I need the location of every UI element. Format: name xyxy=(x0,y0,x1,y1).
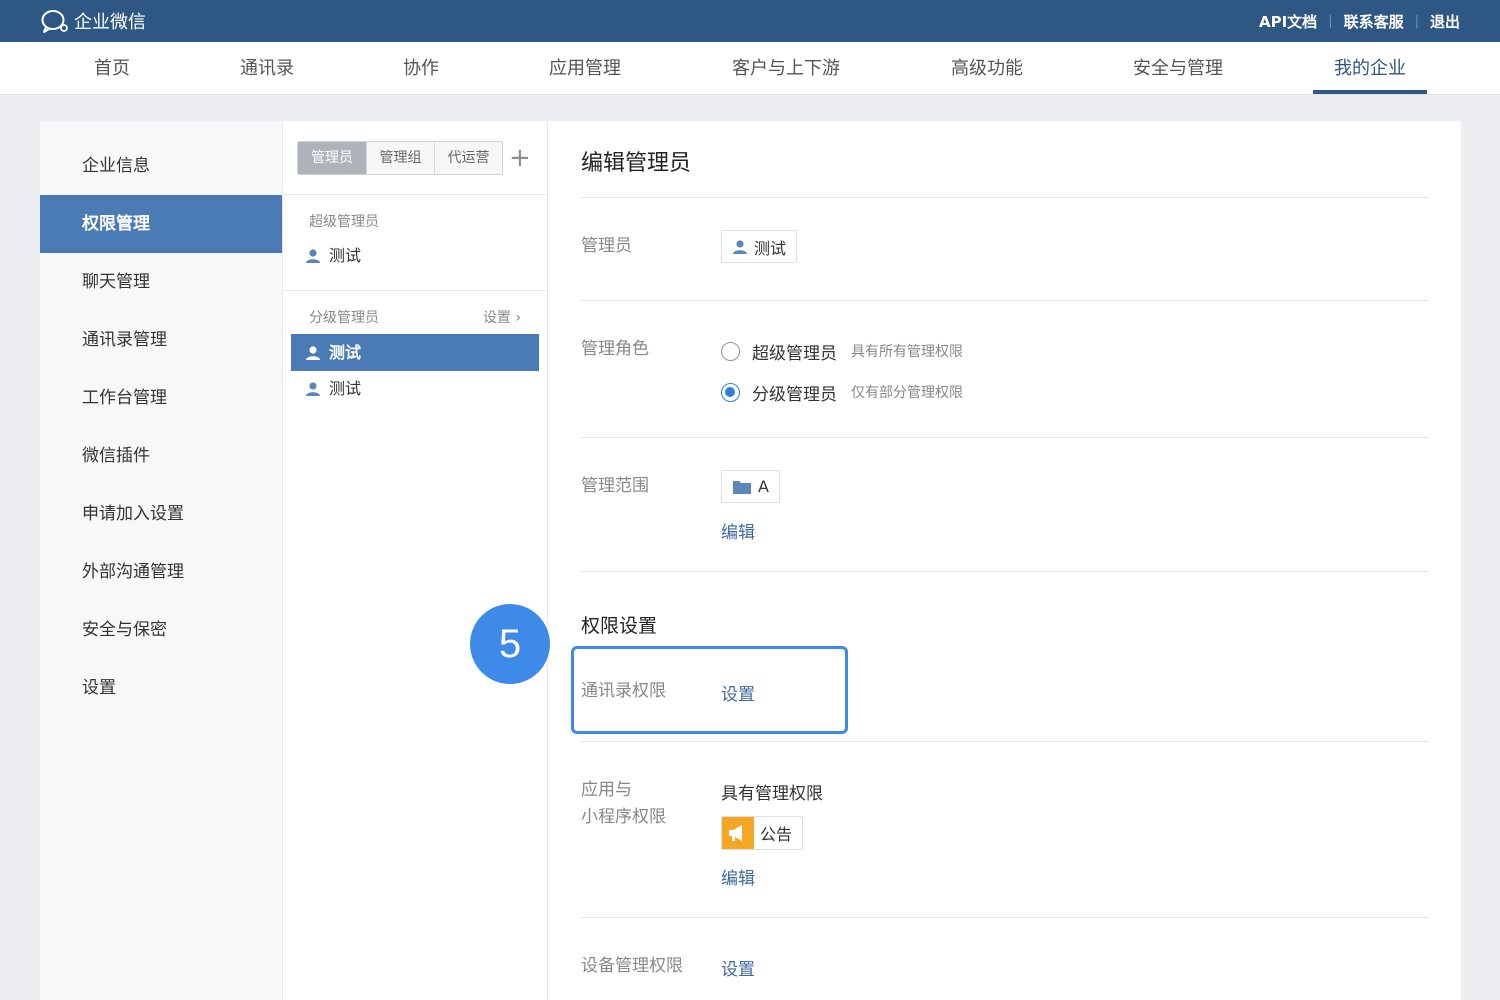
wecom-logo-icon xyxy=(41,10,68,33)
app-perm-edit-link[interactable]: 编辑 xyxy=(721,864,755,889)
menu-company-info[interactable]: 企业信息 xyxy=(40,137,282,195)
admin-field-label: 管理员 xyxy=(581,236,632,256)
divider xyxy=(581,571,1429,572)
admin-type-tabs: 管理员 管理组 代运营 xyxy=(297,141,503,175)
highlight-box xyxy=(571,646,848,734)
support-link[interactable]: 联系客服 xyxy=(1344,11,1404,32)
user-name: 测试 xyxy=(329,342,362,362)
user-name: 测试 xyxy=(329,246,362,265)
menu-wechat-plugin[interactable]: 微信插件 xyxy=(40,427,282,485)
admin-user-name: 测试 xyxy=(754,238,787,258)
edit-admin-panel: 编辑管理员 管理员 测试 管理角色 超级管理员 具有所有管理权限 分级管理员 仅… xyxy=(581,121,1429,1000)
tab-admins[interactable]: 管理员 xyxy=(298,142,366,174)
menu-join-settings[interactable]: 申请加入设置 xyxy=(40,485,282,543)
divider xyxy=(581,300,1429,301)
role-name: 分级管理员 xyxy=(752,384,837,405)
scope-edit-link[interactable]: 编辑 xyxy=(721,518,755,543)
menu-workbench[interactable]: 工作台管理 xyxy=(40,369,282,427)
super-admin-label: 超级管理员 xyxy=(309,214,379,230)
main-card: 企业信息 权限管理 聊天管理 通讯录管理 工作台管理 微信插件 申请加入设置 外… xyxy=(40,121,1461,1000)
menu-security[interactable]: 安全与保密 xyxy=(40,601,282,659)
app-name: 公告 xyxy=(760,825,793,844)
super-admin-user[interactable]: 测试 xyxy=(305,244,361,268)
folder-icon xyxy=(733,480,751,494)
divider xyxy=(283,194,547,195)
sub-admin-user[interactable]: 测试 xyxy=(305,377,361,401)
divider xyxy=(581,437,1429,438)
user-icon xyxy=(733,239,747,254)
menu-contacts[interactable]: 通讯录管理 xyxy=(40,311,282,369)
user-icon xyxy=(306,345,320,360)
role-option-super[interactable]: 超级管理员 具有所有管理权限 xyxy=(721,339,963,364)
left-menu: 企业信息 权限管理 聊天管理 通讯录管理 工作台管理 微信插件 申请加入设置 外… xyxy=(40,121,283,1000)
role-name: 超级管理员 xyxy=(752,343,837,364)
tab-operators[interactable]: 代运营 xyxy=(434,142,502,174)
app-perm-label-line1: 应用与 xyxy=(581,780,632,800)
radio-super-admin[interactable] xyxy=(721,341,740,361)
scope-department-name: A xyxy=(758,477,769,496)
nav-app-management[interactable]: 应用管理 xyxy=(549,42,621,95)
app-perm-value: 具有管理权限 xyxy=(721,784,823,804)
divider xyxy=(581,917,1429,918)
main-nav: 首页 通讯录 协作 应用管理 客户与上下游 高级功能 安全与管理 我的企业 xyxy=(0,42,1500,95)
megaphone-icon xyxy=(722,817,754,849)
divider xyxy=(581,197,1429,198)
separator: | xyxy=(1328,13,1333,29)
menu-permissions[interactable]: 权限管理 xyxy=(40,195,282,253)
logout-link[interactable]: 退出 xyxy=(1430,11,1460,32)
brand-logo[interactable]: 企业微信 xyxy=(40,8,146,34)
user-icon xyxy=(306,249,320,263)
permission-settings-title: 权限设置 xyxy=(581,615,658,637)
top-bar: 企业微信 API文档 | 联系客服 | 退出 xyxy=(0,0,1500,42)
nav-advanced[interactable]: 高级功能 xyxy=(951,42,1023,95)
divider xyxy=(581,741,1429,742)
device-perm-label: 设备管理权限 xyxy=(581,956,683,976)
role-field-label: 管理角色 xyxy=(581,339,649,359)
device-perm-settings-link[interactable]: 设置 xyxy=(721,955,755,980)
menu-external[interactable]: 外部沟通管理 xyxy=(40,543,282,601)
nav-security[interactable]: 安全与管理 xyxy=(1133,42,1223,95)
nav-active-underline xyxy=(1313,90,1427,94)
nav-customers[interactable]: 客户与上下游 xyxy=(732,42,840,95)
admin-user-tag: 测试 xyxy=(721,230,798,263)
sub-admin-label: 分级管理员 xyxy=(309,310,379,326)
add-icon[interactable]: + xyxy=(509,141,531,175)
role-option-sub[interactable]: 分级管理员 仅有部分管理权限 xyxy=(721,380,963,405)
sub-admin-user-selected[interactable]: 测试 xyxy=(291,334,539,371)
app-perm-label-line2: 小程序权限 xyxy=(581,807,666,827)
role-desc: 仅有部分管理权限 xyxy=(851,385,963,401)
tab-admin-groups[interactable]: 管理组 xyxy=(366,142,434,174)
nav-collaboration[interactable]: 协作 xyxy=(403,42,439,95)
sub-admin-settings-link[interactable]: 设置 › xyxy=(483,307,521,327)
step-badge: 5 xyxy=(470,604,550,684)
api-docs-link[interactable]: API文档 xyxy=(1259,11,1317,32)
page-title: 编辑管理员 xyxy=(581,151,692,176)
nav-home[interactable]: 首页 xyxy=(94,42,130,95)
brand-name: 企业微信 xyxy=(74,12,146,33)
scope-department-tag: A xyxy=(721,470,780,503)
nav-my-company[interactable]: 我的企业 xyxy=(1334,42,1406,95)
app-tag: 公告 xyxy=(721,816,804,850)
top-links: API文档 | 联系客服 | 退出 xyxy=(1259,0,1460,42)
nav-contacts[interactable]: 通讯录 xyxy=(240,42,294,95)
scope-field-label: 管理范围 xyxy=(581,476,649,496)
radio-sub-admin[interactable] xyxy=(721,382,740,402)
divider xyxy=(283,290,547,291)
separator: | xyxy=(1414,13,1419,29)
admin-list-column: 管理员 管理组 代运营 + 超级管理员 测试 分级管理员 设置 › 测试 测试 xyxy=(283,121,548,1000)
user-name: 测试 xyxy=(329,379,362,398)
menu-chat[interactable]: 聊天管理 xyxy=(40,253,282,311)
menu-settings[interactable]: 设置 xyxy=(40,659,282,717)
role-desc: 具有所有管理权限 xyxy=(851,344,963,360)
user-icon xyxy=(306,382,320,396)
